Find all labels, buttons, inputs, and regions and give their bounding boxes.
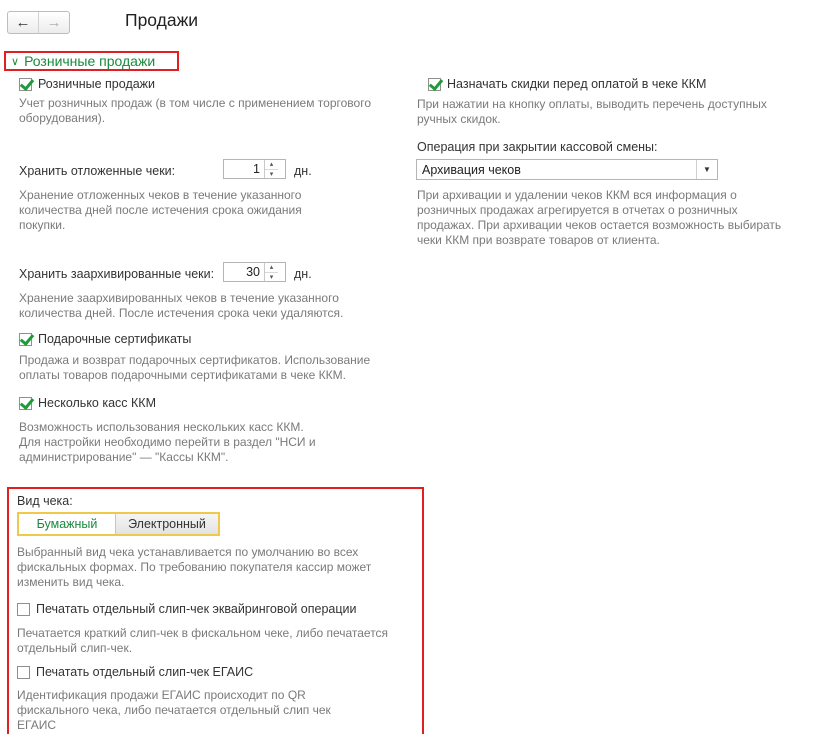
egais-hint: Идентификация продажи ЕГАИС происходит п… bbox=[17, 688, 417, 733]
hint-line: Выбранный вид чека устанавливается по ум… bbox=[17, 545, 359, 559]
slip-checkbox[interactable] bbox=[17, 602, 30, 616]
shift-close-operation-value: Архивация чеков bbox=[422, 162, 521, 177]
egais-checkbox-row[interactable]: Печатать отдельный слип-чек ЕГАИС bbox=[17, 665, 253, 679]
group-header-retail[interactable]: ∨ Розничные продажи bbox=[4, 51, 179, 71]
hint-line: покупки. bbox=[19, 218, 66, 232]
hint-line: Идентификация продажи ЕГАИС происходит п… bbox=[17, 688, 306, 702]
multi-kkm-label: Несколько касс ККМ bbox=[38, 396, 156, 410]
spin-buttons[interactable]: ▴ ▾ bbox=[264, 263, 278, 281]
deferred-hint: Хранение отложенных чеков в течение указ… bbox=[19, 188, 414, 233]
retail-sales-hint: Учет розничных продаж (в том числе с при… bbox=[19, 96, 414, 126]
receipt-type-toggle[interactable]: Бумажный Электронный bbox=[17, 512, 220, 536]
egais-label: Печатать отдельный слип-чек ЕГАИС bbox=[36, 665, 254, 679]
hint-line: изменить вид чека. bbox=[17, 575, 125, 589]
shift-close-operation-hint: При архивации и удалении чеков ККМ вся и… bbox=[417, 188, 821, 248]
dropdown-arrow-icon[interactable]: ▼ bbox=[696, 160, 717, 179]
archived-hint: Хранение заархивированных чеков в течени… bbox=[19, 291, 414, 321]
gift-cert-label: Подарочные сертификаты bbox=[38, 332, 192, 346]
hint-line: Печатается краткий слип-чек в фискальном… bbox=[17, 626, 389, 640]
retail-sales-checkbox[interactable] bbox=[19, 77, 32, 91]
hint-line: Хранение отложенных чеков в течение указ… bbox=[19, 188, 302, 202]
spin-down-icon[interactable]: ▾ bbox=[265, 170, 278, 179]
egais-checkbox[interactable] bbox=[17, 665, 30, 679]
hint-line: продажах. При архивации чеков остается в… bbox=[417, 218, 782, 232]
hint-line: Продажа и возврат подарочных сертификато… bbox=[19, 353, 371, 367]
retail-sales-label: Розничные продажи bbox=[38, 77, 156, 91]
receipt-paper-option[interactable]: Бумажный bbox=[19, 514, 115, 534]
hint-line: количества дней после истечения срока ож… bbox=[19, 203, 302, 217]
spin-up-icon[interactable]: ▴ bbox=[265, 263, 278, 273]
archived-unit: дн. bbox=[294, 267, 312, 281]
hint-line: ручных скидок. bbox=[417, 112, 501, 126]
slip-checkbox-row[interactable]: Печатать отдельный слип-чек эквайрингово… bbox=[17, 602, 356, 616]
gift-cert-hint: Продажа и возврат подарочных сертификато… bbox=[19, 353, 419, 383]
navigation-buttons: ← → bbox=[7, 11, 70, 34]
deferred-days-input[interactable]: 1 ▴ ▾ bbox=[223, 159, 286, 179]
spin-up-icon[interactable]: ▴ bbox=[265, 160, 278, 170]
archived-days-value[interactable]: 30 bbox=[224, 263, 264, 281]
archived-days-input[interactable]: 30 ▴ ▾ bbox=[223, 262, 286, 282]
hint-line: оплаты товаров подарочными сертификатами… bbox=[19, 368, 346, 382]
hint-line: При нажатии на кнопку оплаты, выводить п… bbox=[417, 97, 767, 111]
spin-down-icon[interactable]: ▾ bbox=[265, 273, 278, 282]
archived-label: Хранить заархивированные чеки: bbox=[19, 267, 215, 281]
hint-line: Хранение заархивированных чеков в течени… bbox=[19, 291, 339, 305]
slip-hint: Печатается краткий слип-чек в фискальном… bbox=[17, 626, 421, 656]
hint-line: При архивации и удалении чеков ККМ вся и… bbox=[417, 188, 737, 202]
hint-line: Для настройки необходимо перейти в разде… bbox=[19, 435, 316, 449]
chevron-down-icon: ∨ bbox=[11, 55, 20, 68]
hint-line: количества дней. После истечения срока ч… bbox=[19, 306, 344, 320]
deferred-unit: дн. bbox=[294, 164, 312, 178]
hint-line: Возможность использования нескольких кас… bbox=[19, 420, 304, 434]
shift-close-operation-label: Операция при закрытии кассовой смены: bbox=[417, 140, 658, 154]
hint-line: отдельный слип-чек. bbox=[17, 641, 133, 655]
group-title: Розничные продажи bbox=[24, 53, 156, 69]
forward-arrow-icon[interactable]: → bbox=[39, 12, 69, 33]
back-arrow-icon[interactable]: ← bbox=[8, 12, 39, 33]
hint-line: розничных продажах агрегируется в отчета… bbox=[417, 203, 738, 217]
discount-checkbox[interactable] bbox=[428, 77, 441, 91]
page-title: Продажи bbox=[125, 10, 199, 30]
deferred-days-value[interactable]: 1 bbox=[224, 160, 264, 178]
hint-line: чеки ККМ при возврате товаров от клиента… bbox=[417, 233, 660, 247]
multi-kkm-checkbox-row[interactable]: Несколько касс ККМ bbox=[19, 396, 156, 410]
deferred-label: Хранить отложенные чеки: bbox=[19, 164, 176, 178]
retail-sales-checkbox-row[interactable]: Розничные продажи bbox=[19, 77, 155, 91]
hint-line: администрирование" — "Кассы ККМ". bbox=[19, 450, 229, 464]
hint-line: оборудования). bbox=[19, 111, 106, 125]
gift-cert-checkbox[interactable] bbox=[19, 332, 32, 346]
discount-hint: При нажатии на кнопку оплаты, выводить п… bbox=[417, 97, 817, 127]
gift-cert-checkbox-row[interactable]: Подарочные сертификаты bbox=[19, 332, 191, 346]
discount-checkbox-row[interactable]: Назначать скидки перед оплатой в чеке КК… bbox=[428, 77, 706, 91]
spin-buttons[interactable]: ▴ ▾ bbox=[264, 160, 278, 178]
multi-kkm-checkbox[interactable] bbox=[19, 396, 32, 410]
hint-line: ЕГАИС bbox=[17, 718, 56, 732]
discount-label: Назначать скидки перед оплатой в чеке КК… bbox=[447, 77, 707, 91]
receipt-type-hint: Выбранный вид чека устанавливается по ум… bbox=[17, 545, 417, 590]
hint-line: Учет розничных продаж (в том числе с при… bbox=[19, 96, 371, 110]
receipt-type-label: Вид чека: bbox=[17, 494, 73, 508]
shift-close-operation-select[interactable]: Архивация чеков ▼ bbox=[416, 159, 718, 180]
multi-kkm-hint: Возможность использования нескольких кас… bbox=[19, 420, 419, 465]
hint-line: фискальных формах. По требованию покупат… bbox=[17, 560, 372, 574]
hint-line: фискального чека, либо печатается отдель… bbox=[17, 703, 331, 717]
slip-label: Печатать отдельный слип-чек эквайрингово… bbox=[36, 602, 357, 616]
receipt-electronic-option[interactable]: Электронный bbox=[115, 514, 218, 534]
